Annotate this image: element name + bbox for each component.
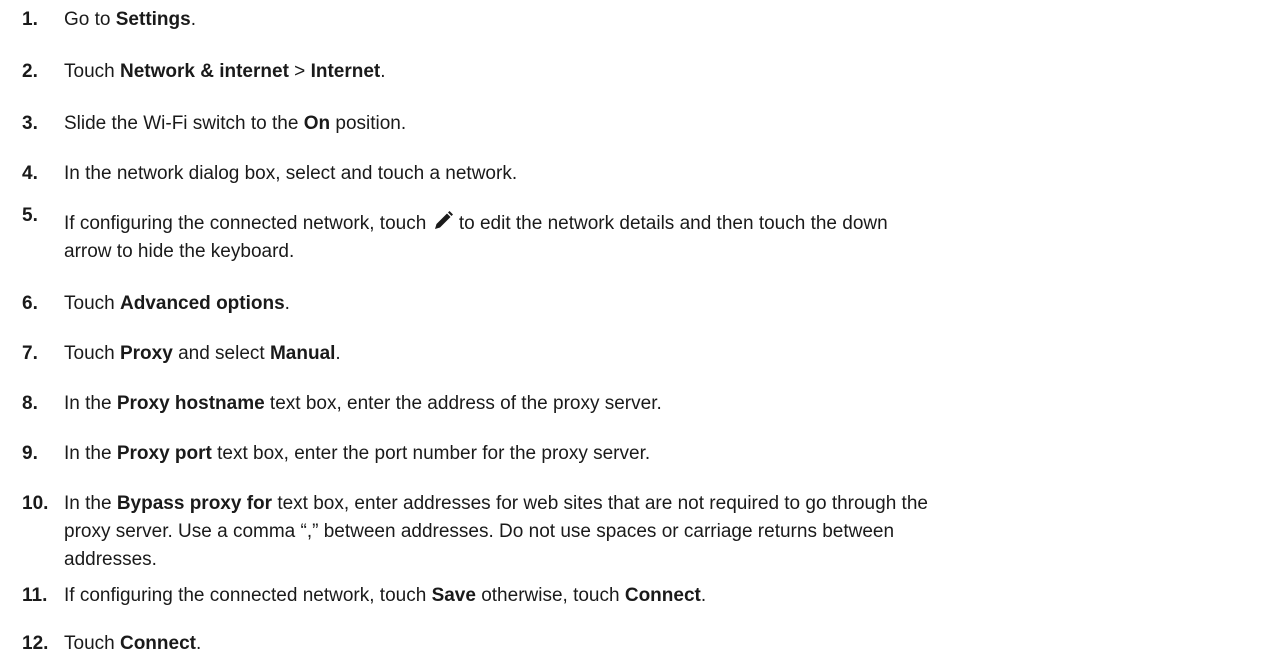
step-text: If configuring the connected network, to… <box>64 585 707 606</box>
step-number: 6. <box>22 293 38 314</box>
step-text: Slide the Wi-Fi switch to the On positio… <box>64 113 407 134</box>
step-text: Go to Settings. <box>64 9 196 30</box>
step-number: 5. <box>22 205 38 226</box>
step-number: 12. <box>22 633 49 654</box>
step-text: Touch Connect. <box>64 633 202 654</box>
step-number: 7. <box>22 343 38 364</box>
step-text: In the network dialog box, select and to… <box>64 163 518 184</box>
step-text: In the Proxy hostname text box, enter th… <box>64 393 662 414</box>
step-text: Touch Proxy and select Manual. <box>64 343 341 364</box>
step-number: 2. <box>22 61 38 82</box>
step-number: 10. <box>22 493 49 514</box>
step-text: In the Proxy port text box, enter the po… <box>64 443 651 464</box>
step-number: 8. <box>22 393 38 414</box>
instruction-steps: 1. Go to Settings. 2. Touch Network & in… <box>0 0 1274 663</box>
step-text: In the Bypass proxy for text box, enter … <box>64 493 928 570</box>
step-number: 4. <box>22 163 38 184</box>
step-number: 3. <box>22 113 38 134</box>
step-number: 9. <box>22 443 38 464</box>
step-number: 1. <box>22 9 38 30</box>
step-text: Touch Network & internet > Internet. <box>64 61 386 82</box>
step-text: If configuring the connected network, to… <box>64 210 1264 266</box>
pencil-icon <box>432 210 454 232</box>
step-number: 11. <box>22 585 48 606</box>
step-text: Touch Advanced options. <box>64 293 290 314</box>
